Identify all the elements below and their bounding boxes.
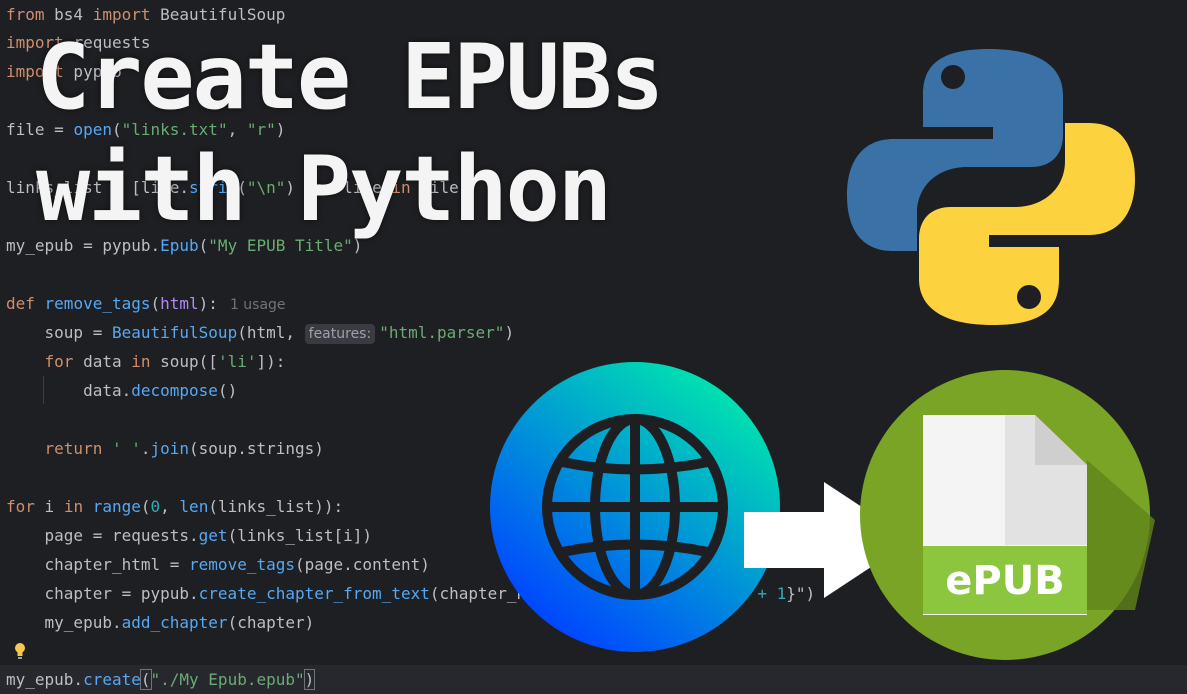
- token: remove_tags: [189, 555, 295, 574]
- token: ):: [198, 294, 218, 313]
- token: import: [92, 5, 151, 24]
- code-line-24[interactable]: my_epub.create("./My Epub.epub"): [6, 665, 316, 694]
- token: 'li': [217, 352, 257, 371]
- usage-hint[interactable]: 1 usage: [230, 297, 286, 313]
- token: (): [217, 381, 238, 400]
- token: create_chapter_from_text: [198, 584, 430, 603]
- token: for: [6, 352, 74, 371]
- token: (soup.strings): [189, 439, 324, 458]
- token: chapter = pypub.: [6, 584, 199, 603]
- token: in: [131, 352, 151, 371]
- code-line-11[interactable]: def remove_tags(html): 1 usage: [6, 289, 286, 318]
- token: join: [150, 439, 190, 458]
- token: ,: [160, 497, 180, 516]
- token: data.: [6, 381, 132, 400]
- token: (chapter): [227, 613, 315, 632]
- token: ]):: [256, 352, 286, 371]
- token: len: [179, 497, 209, 516]
- token: BeautifulSoup: [111, 323, 238, 342]
- code-line-18[interactable]: for i in range(0, len(links_list)):: [6, 492, 343, 521]
- token: def: [6, 294, 35, 313]
- code-line-22[interactable]: my_epub.add_chapter(chapter): [6, 608, 315, 637]
- token: ): [504, 323, 515, 342]
- token: decompose: [131, 381, 218, 400]
- token: (html,: [237, 323, 305, 342]
- title-line-1: Create EPUBs: [36, 25, 664, 130]
- token: (: [150, 294, 161, 313]
- token: .: [140, 439, 151, 458]
- token: 0: [150, 497, 161, 516]
- token: range: [83, 497, 141, 516]
- token: BeautifulSoup: [150, 5, 286, 24]
- token: remove_tags: [34, 294, 151, 313]
- token: i: [34, 497, 64, 516]
- token: html: [160, 294, 199, 313]
- python-logo: [847, 49, 1135, 325]
- code-line-14[interactable]: data.decompose(): [6, 376, 237, 405]
- token: add_chapter: [121, 613, 228, 632]
- token: get: [198, 526, 228, 545]
- token: soup =: [6, 323, 112, 342]
- token: ' ': [102, 439, 141, 458]
- code-line-16[interactable]: return ' '.join(soup.strings): [6, 434, 324, 463]
- token: return: [6, 439, 103, 458]
- token: for: [6, 497, 35, 516]
- token: create: [83, 670, 141, 689]
- code-line-13[interactable]: for data in soup(['li']):: [6, 347, 286, 376]
- token: my_epub.: [6, 670, 84, 689]
- token: "html.parser": [379, 323, 505, 342]
- code-line-19[interactable]: page = requests.get(links_list[i]): [6, 521, 373, 550]
- token: (links_list[i]): [227, 526, 373, 545]
- lightbulb-icon[interactable]: [12, 642, 28, 660]
- title-line-2: with Python: [36, 137, 612, 242]
- token: (links_list)):: [208, 497, 344, 516]
- token: (: [139, 669, 152, 690]
- token: data: [73, 352, 132, 371]
- epub-logo: ePUB: [860, 370, 1155, 660]
- token: my_epub.: [6, 613, 122, 632]
- parameter-inlay-hint: features:: [304, 323, 376, 344]
- code-line-20[interactable]: chapter_html = remove_tags(page.content): [6, 550, 430, 579]
- token: in: [63, 497, 84, 516]
- globe-icon: [490, 362, 780, 652]
- epub-label: ePUB: [945, 558, 1064, 604]
- token: page = requests.: [6, 526, 199, 545]
- token: ): [303, 669, 316, 690]
- token: (page.content): [295, 555, 430, 574]
- token: "./My Epub.epub": [150, 670, 305, 689]
- code-line-12[interactable]: soup = BeautifulSoup(html, features: "htm…: [6, 318, 514, 347]
- token: chapter_html =: [6, 555, 190, 574]
- token: bs4: [44, 5, 93, 24]
- token: (: [140, 497, 151, 516]
- token: soup([: [150, 352, 218, 371]
- token: from: [6, 5, 45, 24]
